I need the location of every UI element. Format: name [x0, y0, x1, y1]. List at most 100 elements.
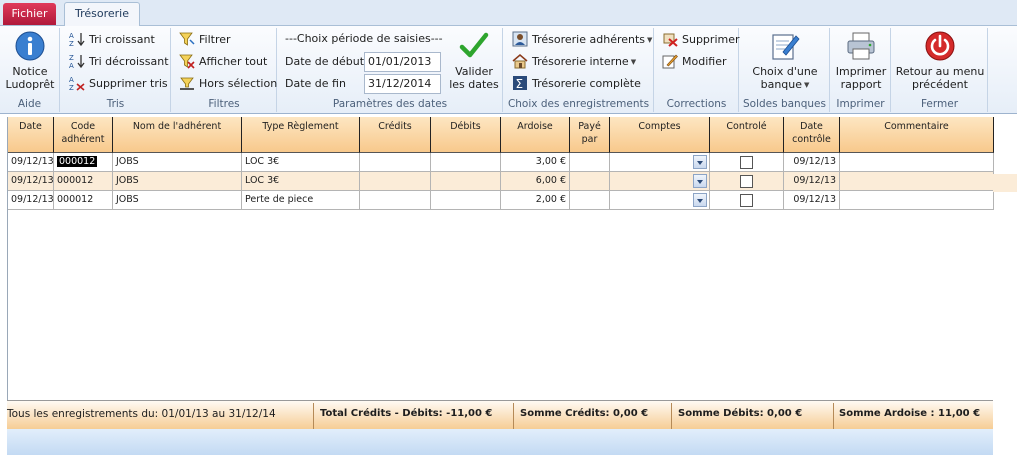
controle-checkbox[interactable] [740, 175, 753, 188]
tab-tresorerie[interactable]: Trésorerie [64, 2, 140, 27]
delete-icon [663, 33, 678, 47]
controle-checkbox[interactable] [740, 194, 753, 207]
checkmark-icon [459, 32, 489, 58]
cell-date[interactable]: 09/12/13 [8, 172, 54, 191]
validate-dates-button[interactable]: Valider les dates [448, 30, 500, 91]
cell-controle [710, 153, 784, 172]
choose-bank-button[interactable]: Choix d'une banque ▼ [743, 30, 827, 92]
total-credit-debit: Total Crédits - Débits: -11,00 € [320, 408, 493, 419]
cell-comptes[interactable] [610, 153, 710, 172]
header-col-commentaire[interactable]: Commentaire [840, 117, 994, 153]
cell-ardoise[interactable]: 3,00 € [501, 153, 570, 172]
cell-date-controle[interactable]: 09/12/13 [784, 172, 840, 191]
printer-icon [847, 32, 875, 60]
cell-ardoise[interactable]: 2,00 € [501, 191, 570, 210]
cell-debits[interactable] [431, 172, 501, 191]
tresorerie-adherents-button[interactable]: Trésorerie adhérents ▼ [512, 30, 652, 50]
cell-date[interactable]: 09/12/13 [8, 153, 54, 172]
cell-type-reglement[interactable]: LOC 3€ [242, 153, 360, 172]
cell-credits[interactable] [360, 191, 431, 210]
group-label-aide: Aide [17, 98, 42, 110]
header-col-ardoise[interactable]: Ardoise [501, 117, 570, 153]
table-row[interactable]: 09/12/13 000012 JOBS LOC 3€ 6,00 €09/12/13 [8, 172, 994, 191]
out-selection-button[interactable]: Hors sélection [179, 74, 277, 94]
notepad-pen-icon [772, 34, 800, 60]
cell-commentaire[interactable] [840, 153, 994, 172]
filter-button[interactable]: Filtrer [179, 30, 231, 50]
cell-nom-adherent[interactable]: JOBS [113, 172, 242, 191]
start-date-input[interactable]: 01/01/2013 [364, 52, 441, 72]
cell-type-reglement[interactable]: Perte de piece [242, 191, 360, 210]
notice-button[interactable]: Notice Ludoprêt [4, 30, 56, 91]
cell-credits[interactable] [360, 153, 431, 172]
info-icon [15, 31, 45, 61]
header-col-date-controle[interactable]: Date contrôle [784, 117, 840, 153]
cell-nom-adherent[interactable]: JOBS [113, 191, 242, 210]
show-all-button[interactable]: Afficher tout [179, 52, 267, 72]
sum-debits: Somme Débits: 0,00 € [678, 408, 803, 419]
row-highlight-edge [993, 174, 1017, 192]
sum-credits: Somme Crédits: 0,00 € [520, 408, 649, 419]
comptes-dropdown-icon[interactable] [693, 174, 707, 188]
delete-button[interactable]: Supprimer [662, 30, 740, 50]
group-label-filtres: Filtres [208, 98, 240, 110]
group-label-corrections: Corrections [666, 98, 727, 110]
sort-desc-button[interactable]: Z A Tri décroissant [69, 52, 169, 72]
cell-commentaire[interactable] [840, 191, 994, 210]
cell-ardoise[interactable]: 6,00 € [501, 172, 570, 191]
cell-debits[interactable] [431, 153, 501, 172]
group-corrections: Supprimer Modifier Corrections [655, 28, 740, 112]
cell-paye-par[interactable] [570, 191, 610, 210]
group-choix-enregistrements: Trésorerie adhérents ▼ Trésorerie interne… [504, 28, 654, 112]
header-col-nom-adherent[interactable]: Nom de l'adhérent [113, 117, 242, 153]
clear-filter-icon [179, 54, 195, 69]
header-col-comptes[interactable]: Comptes [610, 117, 710, 153]
edit-button[interactable]: Modifier [662, 52, 726, 72]
cell-credits[interactable] [360, 172, 431, 191]
group-parametres-dates: ---Choix période de saisies--- Date de d… [278, 28, 503, 112]
sort-asc-button[interactable]: A Z Tri croissant [69, 30, 155, 50]
cell-commentaire[interactable] [840, 172, 994, 191]
cell-code-adherent[interactable]: 000012 [54, 153, 113, 172]
cell-paye-par[interactable] [570, 172, 610, 191]
header-col-date[interactable]: Date [8, 117, 54, 153]
cell-date-controle[interactable]: 09/12/13 [784, 191, 840, 210]
cell-nom-adherent[interactable]: JOBS [113, 153, 242, 172]
comptes-dropdown-icon[interactable] [693, 155, 707, 169]
remove-sort-button[interactable]: A Z Supprimer tris [69, 74, 168, 94]
power-icon [925, 31, 955, 61]
cell-date-controle[interactable]: 09/12/13 [784, 153, 840, 172]
tresorerie-interne-button[interactable]: Trésorerie interne ▼ [512, 52, 636, 72]
cell-code-adherent[interactable]: 000012 [54, 191, 113, 210]
header-col-debits[interactable]: Débits [431, 117, 501, 153]
group-tris: A Z Tri croissant Z A Tri décroissant A Z Supp… [61, 28, 171, 112]
svg-text:A: A [69, 62, 74, 69]
comptes-dropdown-icon[interactable] [693, 193, 707, 207]
table-row[interactable]: 09/12/13 000012 JOBS Perte de piece 2,00 €09… [8, 191, 994, 210]
group-label-fermer: Fermer [920, 98, 959, 110]
cell-debits[interactable] [431, 191, 501, 210]
cell-type-reglement[interactable]: LOC 3€ [242, 172, 360, 191]
header-col-code-adherent[interactable]: Code adhérent [54, 117, 113, 153]
header-col-credits[interactable]: Crédits [360, 117, 431, 153]
controle-checkbox[interactable] [740, 156, 753, 169]
header-col-paye-par[interactable]: Payé par [570, 117, 610, 153]
print-report-button[interactable]: Imprimer rapport [834, 30, 888, 91]
filter-icon [179, 32, 195, 46]
cell-comptes[interactable] [610, 191, 710, 210]
cell-paye-par[interactable] [570, 153, 610, 172]
cell-code-adherent[interactable]: 000012 [54, 172, 113, 191]
end-date-input[interactable]: 31/12/2014 [364, 74, 441, 94]
back-to-menu-button[interactable]: Retour au menu précédent [895, 30, 985, 91]
tresorerie-complete-button[interactable]: Σ Trésorerie complète [512, 74, 641, 94]
table-row[interactable]: 09/12/13 000012 JOBS LOC 3€ 3,00 €09/12/13 [8, 153, 994, 172]
sum-icon: Σ [513, 76, 527, 91]
header-col-controle[interactable]: Controlé [710, 117, 784, 153]
cell-comptes[interactable] [610, 172, 710, 191]
selected-code: 000012 [57, 156, 98, 167]
tab-file[interactable]: Fichier [3, 3, 56, 25]
cell-date[interactable]: 09/12/13 [8, 191, 54, 210]
period-title: ---Choix période de saisies--- [285, 32, 443, 45]
header-col-type-reglement[interactable]: Type Règlement [242, 117, 360, 153]
footer-divider [513, 403, 514, 429]
